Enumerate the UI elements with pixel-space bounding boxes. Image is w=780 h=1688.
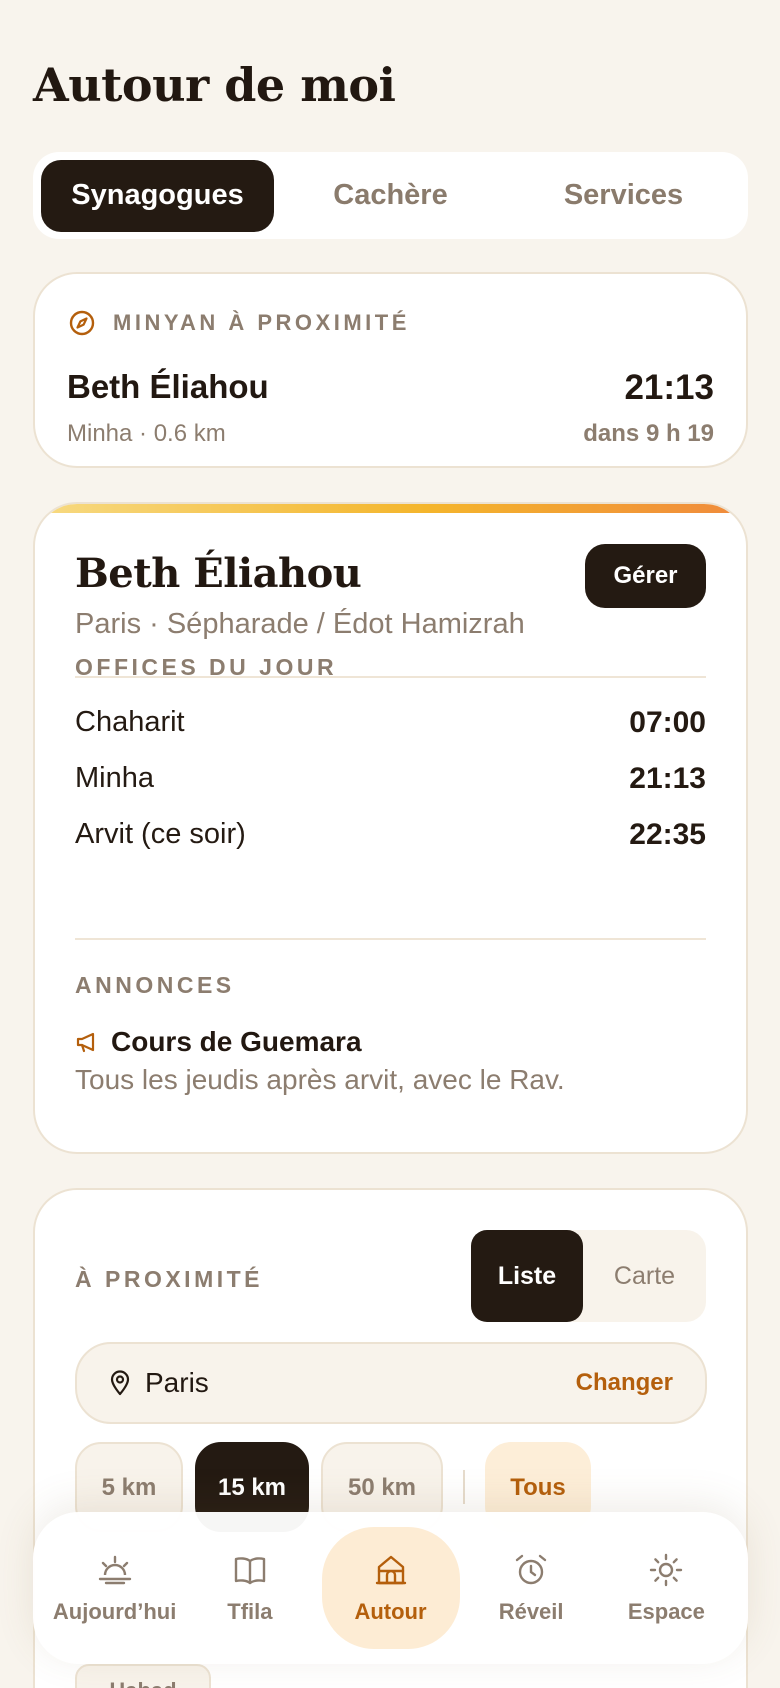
nav-label: Espace (627, 1599, 705, 1624)
office-time: 21:13 (629, 762, 706, 795)
rite-chip-habad[interactable]: Habad (75, 1664, 211, 1688)
office-time: 07:00 (629, 706, 706, 739)
view-toggle: Liste Carte (471, 1230, 706, 1322)
office-row: Chaharit 07:00 (75, 706, 706, 740)
synagogue-icon (375, 1555, 406, 1585)
nav-label: Autour (354, 1599, 427, 1624)
office-name: Minha (75, 762, 154, 794)
minyan-time: 21:13 (624, 368, 714, 407)
location-field[interactable]: Paris Changer (75, 1342, 707, 1424)
office-name: Chaharit (75, 706, 185, 738)
view-list-button[interactable]: Liste (471, 1230, 583, 1322)
sun-icon (650, 1553, 683, 1587)
change-location-button[interactable]: Changer (576, 1369, 673, 1397)
nav-item-today[interactable]: Aujourd’hui (47, 1527, 182, 1649)
nav-label: Aujourd’hui (52, 1599, 177, 1624)
nav-item-reveil[interactable]: Réveil (464, 1527, 599, 1649)
manage-button[interactable]: Gérer (585, 544, 706, 608)
book-icon (234, 1557, 266, 1585)
office-time: 22:35 (629, 818, 706, 851)
announcement-title-row: Cours de Guemara (75, 1026, 362, 1058)
page-title: Autour de moi (33, 58, 396, 112)
office-row: Arvit (ce soir) 22:35 (75, 818, 706, 852)
office-name: Arvit (ce soir) (75, 818, 246, 850)
nav-item-tfila[interactable]: Tfila (182, 1527, 317, 1649)
announces-label: ANNONCES (75, 972, 235, 998)
offices-label: OFFICES DU JOUR (75, 654, 338, 680)
location-city: Paris (145, 1367, 209, 1398)
synagogue-subtitle: Paris · Sépharade / Édot Hamizrah (75, 608, 525, 640)
nav-label: Réveil (498, 1599, 564, 1624)
announcement-body: Tous les jeudis après arvit, avec le Rav… (75, 1064, 565, 1095)
announcement-title: Cours de Guemara (111, 1026, 362, 1057)
minyan-card[interactable]: MINYAN À PROXIMITÉ Beth Éliahou Minha · … (33, 272, 748, 468)
filter-separator (463, 1470, 465, 1504)
tab-services[interactable]: Services (507, 160, 740, 232)
megaphone-icon (76, 1032, 95, 1053)
divider (75, 938, 706, 940)
location-pin-icon (110, 1370, 130, 1396)
tab-cachere[interactable]: Cachère (274, 160, 507, 232)
synagogue-name: Beth Éliahou (75, 550, 362, 597)
bottom-nav: Aujourd’hui Tfila Autour Réveil Espace (33, 1512, 748, 1664)
view-map-button[interactable]: Carte (583, 1230, 706, 1322)
minyan-countdown: dans 9 h 19 (583, 420, 714, 447)
nearby-label: À PROXIMITÉ (75, 1266, 264, 1292)
minyan-synagogue-name: Beth Éliahou (67, 368, 269, 405)
tab-synagogues[interactable]: Synagogues (41, 159, 274, 232)
category-tabs: Synagogues Cachère Services (33, 152, 748, 239)
nav-label: Tfila (227, 1599, 273, 1624)
alarm-clock-icon (515, 1554, 547, 1585)
minyan-label: MINYAN À PROXIMITÉ (113, 310, 410, 335)
compass-icon (69, 310, 95, 336)
accent-bar (35, 504, 746, 513)
sunrise-icon (98, 1555, 131, 1585)
nav-item-espace[interactable]: Espace (599, 1527, 734, 1649)
office-row: Minha 21:13 (75, 762, 706, 796)
synagogue-card: Beth Éliahou Paris · Sépharade / Édot Ha… (33, 502, 748, 1154)
minyan-details: Minha · 0.6 km (67, 420, 226, 447)
nav-item-autour[interactable]: Autour (321, 1527, 460, 1649)
